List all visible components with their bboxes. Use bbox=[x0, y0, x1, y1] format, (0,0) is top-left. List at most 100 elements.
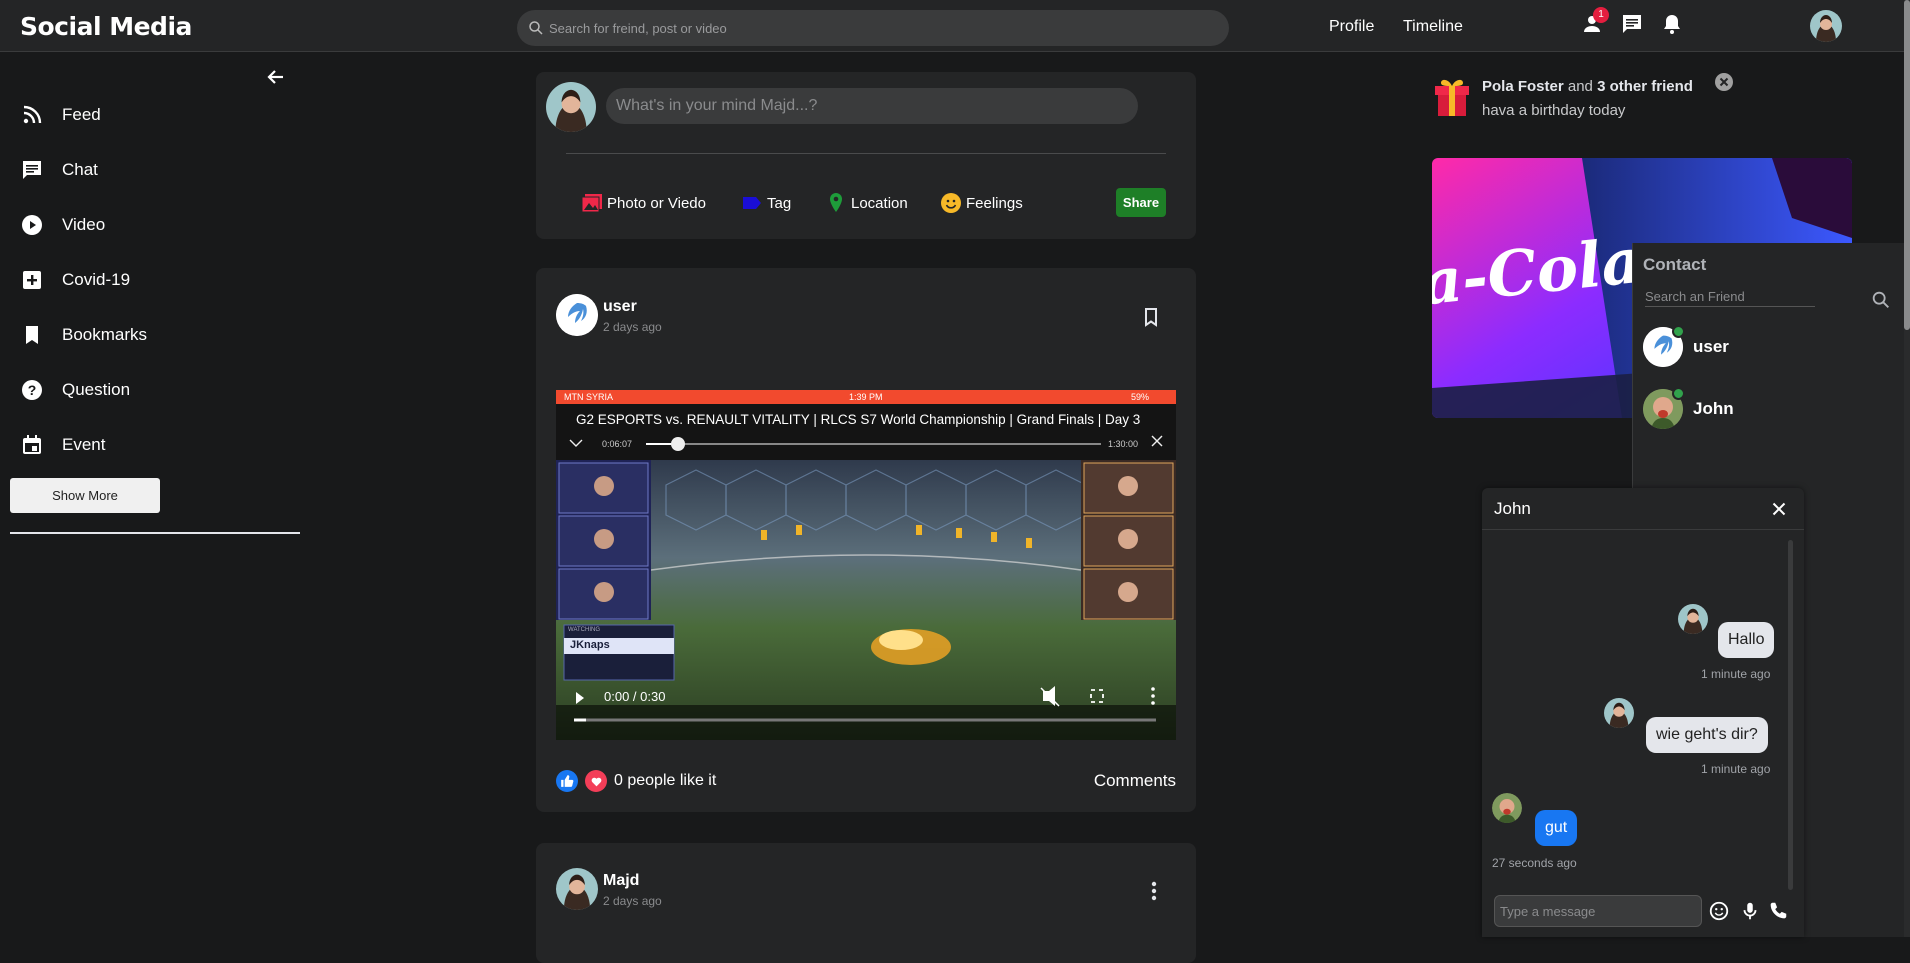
search-icon bbox=[529, 21, 543, 35]
avatar bbox=[1492, 793, 1522, 823]
tag-option[interactable]: Tag bbox=[740, 191, 791, 215]
search-bar[interactable] bbox=[517, 10, 1229, 46]
avatar bbox=[1643, 387, 1685, 429]
phone-icon[interactable] bbox=[1767, 900, 1789, 922]
location-option[interactable]: Location bbox=[824, 191, 908, 215]
post-author[interactable]: user bbox=[603, 298, 637, 316]
video-inner-total: 1:30:00 bbox=[1108, 439, 1139, 449]
message-time: 1 minute ago bbox=[1701, 762, 1771, 776]
message-icon[interactable] bbox=[1620, 12, 1644, 36]
like-count: 0 people like it bbox=[614, 772, 717, 789]
post-card: user 2 days ago MTN SYRIA 1:39 PM 59% G2… bbox=[536, 268, 1196, 812]
share-divider bbox=[566, 153, 1166, 154]
contact-title: Contact bbox=[1643, 255, 1707, 274]
avatar bbox=[1678, 604, 1708, 634]
avatar[interactable] bbox=[546, 82, 596, 132]
more-vert-icon[interactable] bbox=[1142, 879, 1166, 903]
rss-icon bbox=[23, 105, 42, 124]
sidebar-item-chat[interactable]: Chat bbox=[20, 155, 280, 185]
sidebar-item-feed[interactable]: Feed bbox=[20, 100, 280, 130]
sidebar-item-label: Feed bbox=[62, 105, 101, 124]
avatar bbox=[1643, 325, 1685, 367]
contact-name: user bbox=[1693, 337, 1729, 356]
friend-request-badge: 1 bbox=[1593, 7, 1609, 23]
sidebar-item-bookmarks[interactable]: Bookmarks bbox=[20, 320, 280, 350]
search-icon[interactable] bbox=[1870, 289, 1892, 311]
help-circle-icon: ? bbox=[22, 380, 42, 400]
sidebar-item-event[interactable]: Event bbox=[20, 430, 280, 460]
calendar-icon bbox=[23, 435, 41, 454]
gift-icon bbox=[1435, 79, 1469, 116]
sidebar-item-question[interactable]: ? Question bbox=[20, 375, 280, 405]
label-icon bbox=[743, 197, 761, 209]
post-time: 2 days ago bbox=[603, 894, 662, 908]
emoji-icon[interactable] bbox=[1708, 900, 1730, 922]
photo-library-icon bbox=[581, 194, 602, 213]
emoji-icon bbox=[941, 193, 961, 213]
profile-link[interactable]: Profile bbox=[1329, 18, 1374, 36]
sidebar-item-label: Event bbox=[62, 435, 106, 454]
arrow-back-icon[interactable] bbox=[264, 65, 288, 89]
timeline-link[interactable]: Timeline bbox=[1403, 18, 1463, 36]
video-player-name: JKnaps bbox=[570, 639, 610, 651]
video-frame bbox=[556, 390, 1176, 740]
page-scrollbar-thumb[interactable] bbox=[1904, 0, 1910, 330]
video-inner-elapsed: 0:06:07 bbox=[602, 439, 633, 449]
video-status-battery: 59% bbox=[1131, 392, 1150, 402]
close-icon[interactable] bbox=[1715, 73, 1733, 91]
chat-window: John Hallo 1 minute ago wie geht's dir? … bbox=[1482, 488, 1804, 937]
contact-search-input[interactable] bbox=[1645, 287, 1815, 307]
message-input[interactable] bbox=[1494, 895, 1702, 927]
share-button[interactable]: Share bbox=[1116, 188, 1166, 217]
online-indicator bbox=[1672, 387, 1685, 400]
birthday-name[interactable]: Pola Foster bbox=[1482, 78, 1564, 95]
avatar bbox=[1604, 698, 1634, 728]
sidebar-item-video[interactable]: Video bbox=[20, 210, 280, 240]
message-time: 27 seconds ago bbox=[1492, 856, 1577, 870]
contact-name: John bbox=[1693, 399, 1734, 418]
user-avatar[interactable] bbox=[1810, 10, 1842, 42]
sidebar-item-label: Chat bbox=[62, 160, 98, 179]
close-icon[interactable] bbox=[1768, 498, 1790, 520]
birthday-notice: Pola Foster and 3 other friend hava a bi… bbox=[1482, 78, 1693, 119]
photo-video-option[interactable]: Photo or Viedo bbox=[580, 191, 706, 215]
video-watching-label: WATCHING bbox=[568, 627, 600, 633]
sidebar-item-label: Question bbox=[62, 380, 131, 399]
location-pin-icon bbox=[830, 193, 842, 212]
chat-message: gut bbox=[1535, 810, 1578, 846]
microphone-icon[interactable] bbox=[1739, 900, 1761, 922]
avatar[interactable] bbox=[556, 294, 598, 336]
bell-icon[interactable] bbox=[1660, 12, 1684, 36]
status-input[interactable] bbox=[606, 88, 1138, 124]
like-row: 0 people like it bbox=[556, 770, 716, 792]
svg-text:?: ? bbox=[28, 382, 37, 398]
online-indicator bbox=[1672, 325, 1685, 338]
birthday-others[interactable]: 3 other friend bbox=[1597, 78, 1693, 95]
message-time: 1 minute ago bbox=[1701, 667, 1771, 681]
feelings-option[interactable]: Feelings bbox=[939, 191, 1023, 215]
search-input[interactable] bbox=[549, 10, 1209, 46]
bookmark-outline-icon[interactable] bbox=[1139, 305, 1163, 329]
post-author[interactable]: Majd bbox=[603, 872, 639, 890]
comments-link[interactable]: Comments bbox=[1094, 771, 1176, 791]
sidebar-item-label: Bookmarks bbox=[62, 325, 148, 344]
contact-item-john[interactable]: John bbox=[1643, 387, 1734, 431]
top-bar: Social Media Profile Timeline 1 bbox=[0, 0, 1910, 52]
birthday-text: hava a birthday today bbox=[1482, 102, 1626, 119]
bookmark-icon bbox=[26, 326, 38, 344]
video-player[interactable]: MTN SYRIA 1:39 PM 59% G2 ESPORTS vs. REN… bbox=[556, 390, 1176, 740]
sidebar-item-label: Video bbox=[62, 215, 106, 234]
share-card: Photo or Viedo Tag Location Feelings Sha… bbox=[536, 72, 1196, 239]
contact-item-user[interactable]: user bbox=[1643, 325, 1729, 369]
sidebar-item-covid[interactable]: Covid-19 bbox=[20, 265, 280, 295]
chat-title: John bbox=[1494, 499, 1531, 518]
video-time: 0:00 / 0:30 bbox=[604, 689, 666, 704]
heart-icon[interactable] bbox=[585, 770, 607, 792]
like-icon[interactable] bbox=[556, 770, 578, 792]
chat-scrollbar[interactable] bbox=[1788, 540, 1793, 890]
chat-message: wie geht's dir? bbox=[1646, 717, 1768, 753]
app-logo[interactable]: Social Media bbox=[20, 12, 192, 41]
show-more-button[interactable]: Show More bbox=[10, 478, 160, 513]
avatar[interactable] bbox=[556, 868, 598, 910]
video-status-clock: 1:39 PM bbox=[849, 392, 883, 402]
